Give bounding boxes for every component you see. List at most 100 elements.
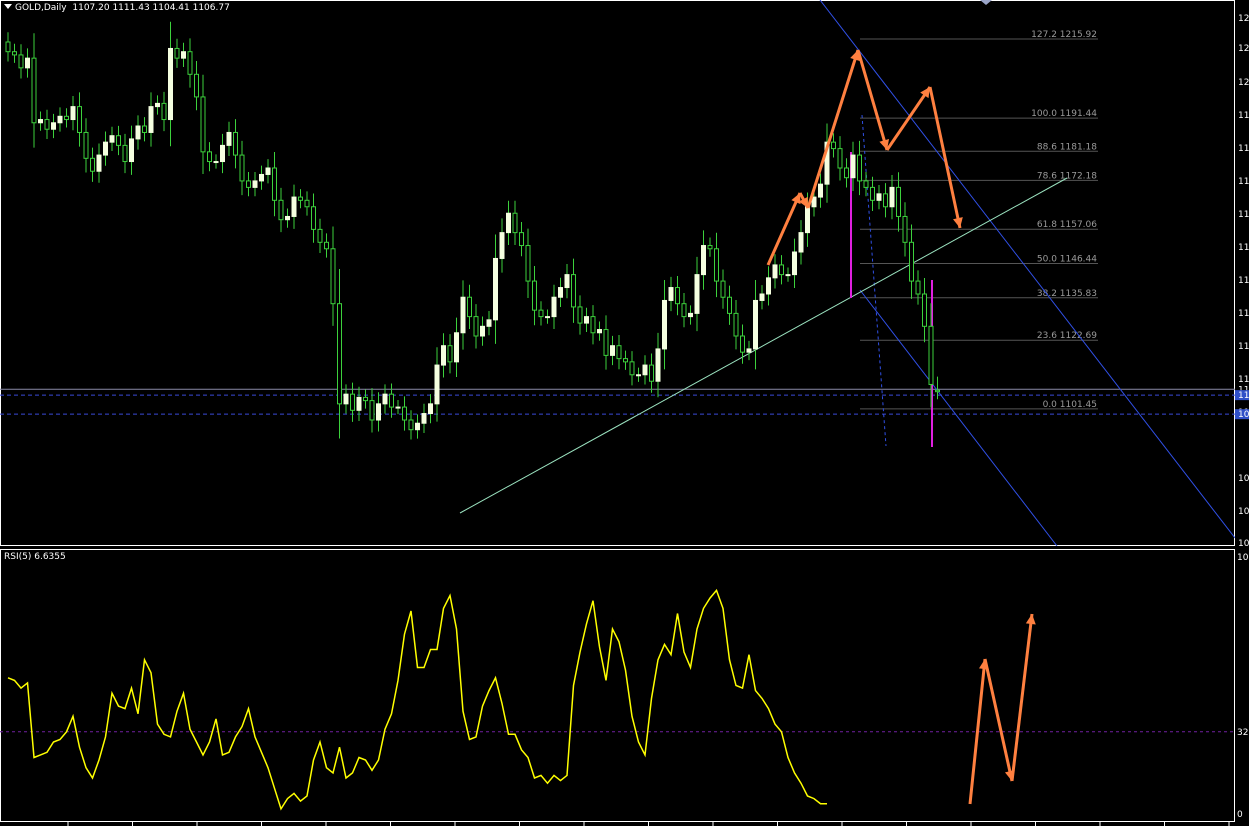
candle-body <box>915 280 921 295</box>
candle-body <box>109 135 115 143</box>
candle-body <box>785 274 791 277</box>
candle-body <box>428 403 433 415</box>
candle <box>122 133 128 174</box>
candle <box>402 396 407 431</box>
candle <box>655 332 661 398</box>
candle-body <box>714 248 719 282</box>
candle <box>395 399 401 415</box>
candle <box>636 367 641 382</box>
candle <box>642 355 648 385</box>
candle <box>246 172 251 197</box>
candle <box>187 38 193 88</box>
candle-body <box>909 241 914 282</box>
trendline <box>459 177 1068 514</box>
candle-body <box>597 329 602 334</box>
candle-body <box>766 277 771 295</box>
candle <box>876 184 882 210</box>
candle-body <box>200 96 206 153</box>
candle <box>168 21 173 147</box>
candle <box>5 32 11 62</box>
rsi-chart-pane[interactable]: RSI(5) 6.6355 <box>0 549 1235 822</box>
candle <box>486 310 492 336</box>
candle <box>259 165 264 190</box>
fib-level-label: 88.6 1181.18 <box>1037 142 1097 152</box>
candle-body <box>77 106 82 133</box>
candle <box>103 131 108 166</box>
triangle-down-icon[interactable] <box>4 4 12 9</box>
candle <box>564 263 570 299</box>
diamond-marker-icon <box>980 0 992 5</box>
candle <box>551 284 557 330</box>
candle-body <box>642 364 648 376</box>
candle-body <box>382 393 388 405</box>
candle <box>597 321 602 341</box>
candle <box>148 92 154 147</box>
candle <box>759 285 765 310</box>
candle-body <box>402 406 407 421</box>
rsi-annotation-arrow <box>1010 613 1036 782</box>
candle-body <box>649 364 654 382</box>
candle-body <box>90 157 95 172</box>
candle <box>915 270 921 305</box>
candle-body <box>473 316 479 337</box>
candle <box>649 353 654 393</box>
time-axis[interactable] <box>0 822 1249 826</box>
candle <box>265 159 271 184</box>
candle <box>285 208 290 228</box>
candle-body <box>291 196 297 217</box>
candle <box>96 143 102 183</box>
candle <box>109 126 115 152</box>
candle <box>844 158 849 188</box>
candle-body <box>421 413 427 424</box>
candle <box>161 91 167 132</box>
candle <box>902 202 908 257</box>
candle-body <box>460 296 466 334</box>
candle <box>746 340 752 361</box>
candle <box>324 233 329 258</box>
candle-body <box>577 306 583 324</box>
candle-body <box>64 115 69 121</box>
candle-body <box>285 215 290 221</box>
candle-body <box>655 348 661 382</box>
candle <box>616 335 622 370</box>
candle-body <box>603 329 609 356</box>
candle <box>896 172 901 232</box>
candle-body <box>246 180 251 188</box>
candle <box>883 183 888 218</box>
candle <box>64 108 69 128</box>
candle-body <box>317 228 323 243</box>
candle <box>779 255 784 285</box>
candle <box>603 315 609 370</box>
rsi-axis[interactable]: 100 32 0 <box>1235 549 1249 822</box>
candle <box>376 392 381 432</box>
candle-body <box>395 406 401 409</box>
price-axis[interactable]: 12121211111111111111111111101010111110 <box>1235 0 1249 546</box>
pane-border <box>0 0 1235 546</box>
candle <box>44 109 50 140</box>
annotation-line <box>983 658 1014 782</box>
candle <box>77 92 82 147</box>
candle-body <box>213 161 219 164</box>
price-axis-label: 11 <box>1238 243 1249 253</box>
candle <box>499 218 505 273</box>
candle-body <box>889 186 895 208</box>
candle-body <box>363 396 368 402</box>
annotation-line <box>1010 613 1034 782</box>
price-chart-pane[interactable]: 127.2 1215.92 100.0 1191.44 88.6 1181.18 78… <box>0 0 1235 546</box>
candle-body <box>876 193 882 201</box>
candle-body <box>720 280 726 298</box>
candle <box>317 218 323 253</box>
candle <box>818 173 823 208</box>
candle-body <box>590 316 596 334</box>
candle-body <box>870 186 875 201</box>
candle-body <box>252 180 258 188</box>
candle <box>129 125 134 175</box>
candle <box>194 60 199 111</box>
price-axis-label: 10 <box>1238 539 1249 546</box>
candle-body <box>350 393 355 411</box>
candle <box>909 224 914 299</box>
candle-body <box>844 167 849 179</box>
candle-body <box>850 154 856 179</box>
price-chart-canvas: 127.2 1215.92 100.0 1191.44 88.6 1181.18 78… <box>0 0 1235 546</box>
candle-body <box>551 296 557 318</box>
